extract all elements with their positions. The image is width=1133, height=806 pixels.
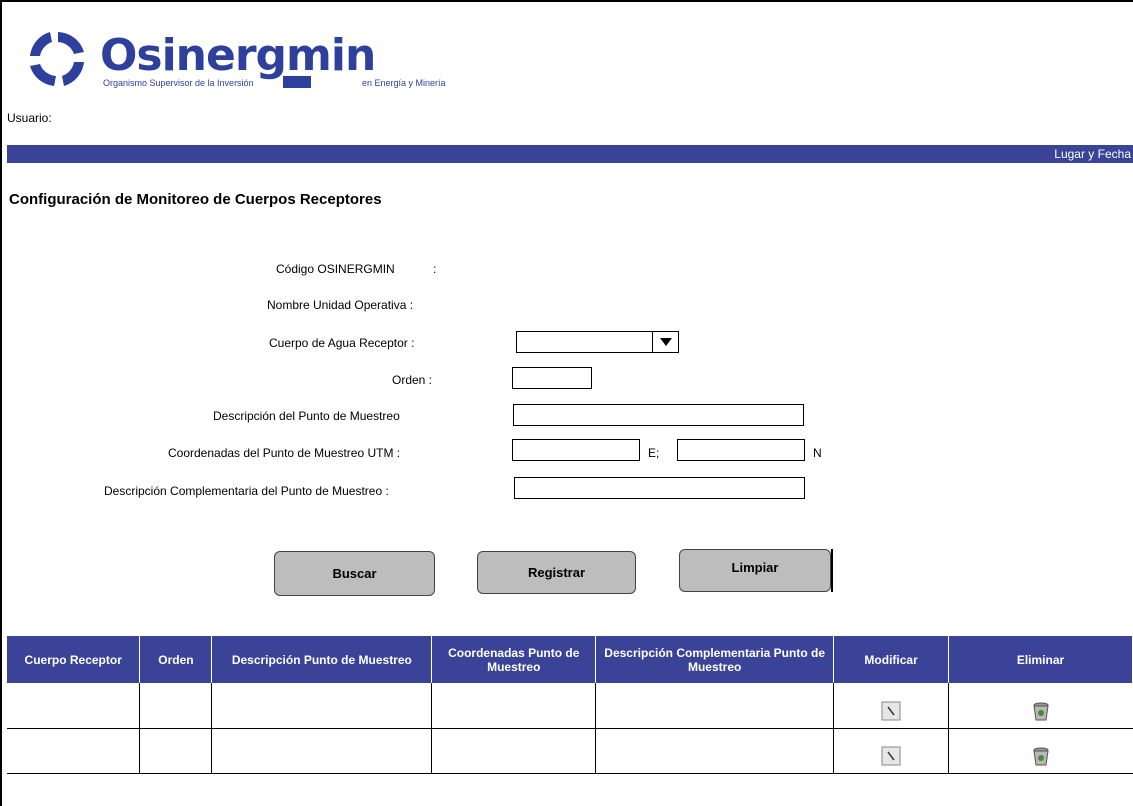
- page-title: Configuración de Monitoreo de Cuerpos Re…: [9, 191, 382, 208]
- cell-coordenadas: [431, 683, 597, 729]
- button-edge-line: [831, 549, 833, 592]
- lugar-fecha-label: Lugar y Fecha: [1054, 147, 1131, 161]
- logo-tagline-right: en Energía y Minería: [362, 78, 446, 88]
- table-row: [7, 683, 1133, 729]
- cell-modificar: [833, 728, 950, 774]
- osinergmin-logo: Osinergmin Organismo Supervisor de la In…: [28, 28, 458, 92]
- col-desc-comp: Descripción Complementaria Punto de Mues…: [595, 636, 835, 683]
- svg-text:Osinergmin: Osinergmin: [100, 30, 375, 81]
- registrar-button[interactable]: Registrar: [477, 551, 636, 594]
- cell-desc-comp: [595, 728, 835, 774]
- user-label: Usuario:: [7, 111, 52, 125]
- logo-tagline-left: Organismo Supervisor de la Inversión: [103, 78, 254, 88]
- chevron-down-icon[interactable]: [652, 332, 678, 352]
- desc-comp-label: Descripción Complementaria del Punto de …: [104, 484, 389, 498]
- col-coordenadas: Coordenadas Punto de Muestreo: [431, 636, 597, 683]
- col-orden: Orden: [139, 636, 213, 683]
- buscar-button[interactable]: Buscar: [274, 551, 435, 596]
- col-descripcion: Descripción Punto de Muestreo: [211, 636, 433, 683]
- results-table: Cuerpo Receptor Orden Descripción Punto …: [7, 636, 1133, 774]
- coord-e-input[interactable]: [512, 439, 640, 461]
- desc-comp-input[interactable]: [514, 477, 805, 499]
- table-header-row: Cuerpo Receptor Orden Descripción Punto …: [7, 636, 1133, 683]
- coord-n-suffix: N: [813, 446, 822, 460]
- coordenadas-label: Coordenadas del Punto de Muestreo UTM :: [168, 446, 401, 460]
- cell-eliminar: [948, 683, 1133, 729]
- cell-orden: [139, 683, 213, 729]
- table-row: [7, 728, 1133, 774]
- codigo-colon: :: [433, 262, 437, 276]
- cell-coordenadas: [431, 728, 597, 774]
- col-eliminar: Eliminar: [948, 636, 1133, 683]
- header-bar: Lugar y Fecha: [7, 145, 1133, 163]
- cell-desc-comp: [595, 683, 835, 729]
- cell-orden: [139, 728, 213, 774]
- cell-cuerpo: [7, 683, 141, 729]
- trash-icon[interactable]: [1030, 745, 1052, 767]
- cuerpo-select[interactable]: [516, 331, 679, 353]
- col-modificar: Modificar: [833, 636, 950, 683]
- limpiar-button[interactable]: Limpiar: [679, 549, 831, 592]
- cell-descripcion: [211, 683, 433, 729]
- cell-eliminar: [948, 728, 1133, 774]
- trash-icon[interactable]: [1030, 700, 1052, 722]
- cell-modificar: [833, 683, 950, 729]
- col-cuerpo-receptor: Cuerpo Receptor: [7, 636, 141, 683]
- edit-icon[interactable]: [880, 745, 902, 767]
- coord-n-input[interactable]: [677, 439, 805, 461]
- nombre-label: Nombre Unidad Operativa :: [267, 298, 414, 312]
- orden-input[interactable]: [512, 367, 592, 389]
- cuerpo-label: Cuerpo de Agua Receptor :: [269, 336, 415, 350]
- cell-descripcion: [211, 728, 433, 774]
- descripcion-input[interactable]: [513, 404, 804, 426]
- coord-e-suffix: E;: [648, 446, 660, 460]
- cell-cuerpo: [7, 728, 141, 774]
- orden-label: Orden :: [392, 373, 433, 387]
- edit-icon[interactable]: [880, 700, 902, 722]
- codigo-label: Código OSINERGMIN: [276, 262, 395, 276]
- descripcion-label: Descripción del Punto de Muestreo: [213, 409, 400, 423]
